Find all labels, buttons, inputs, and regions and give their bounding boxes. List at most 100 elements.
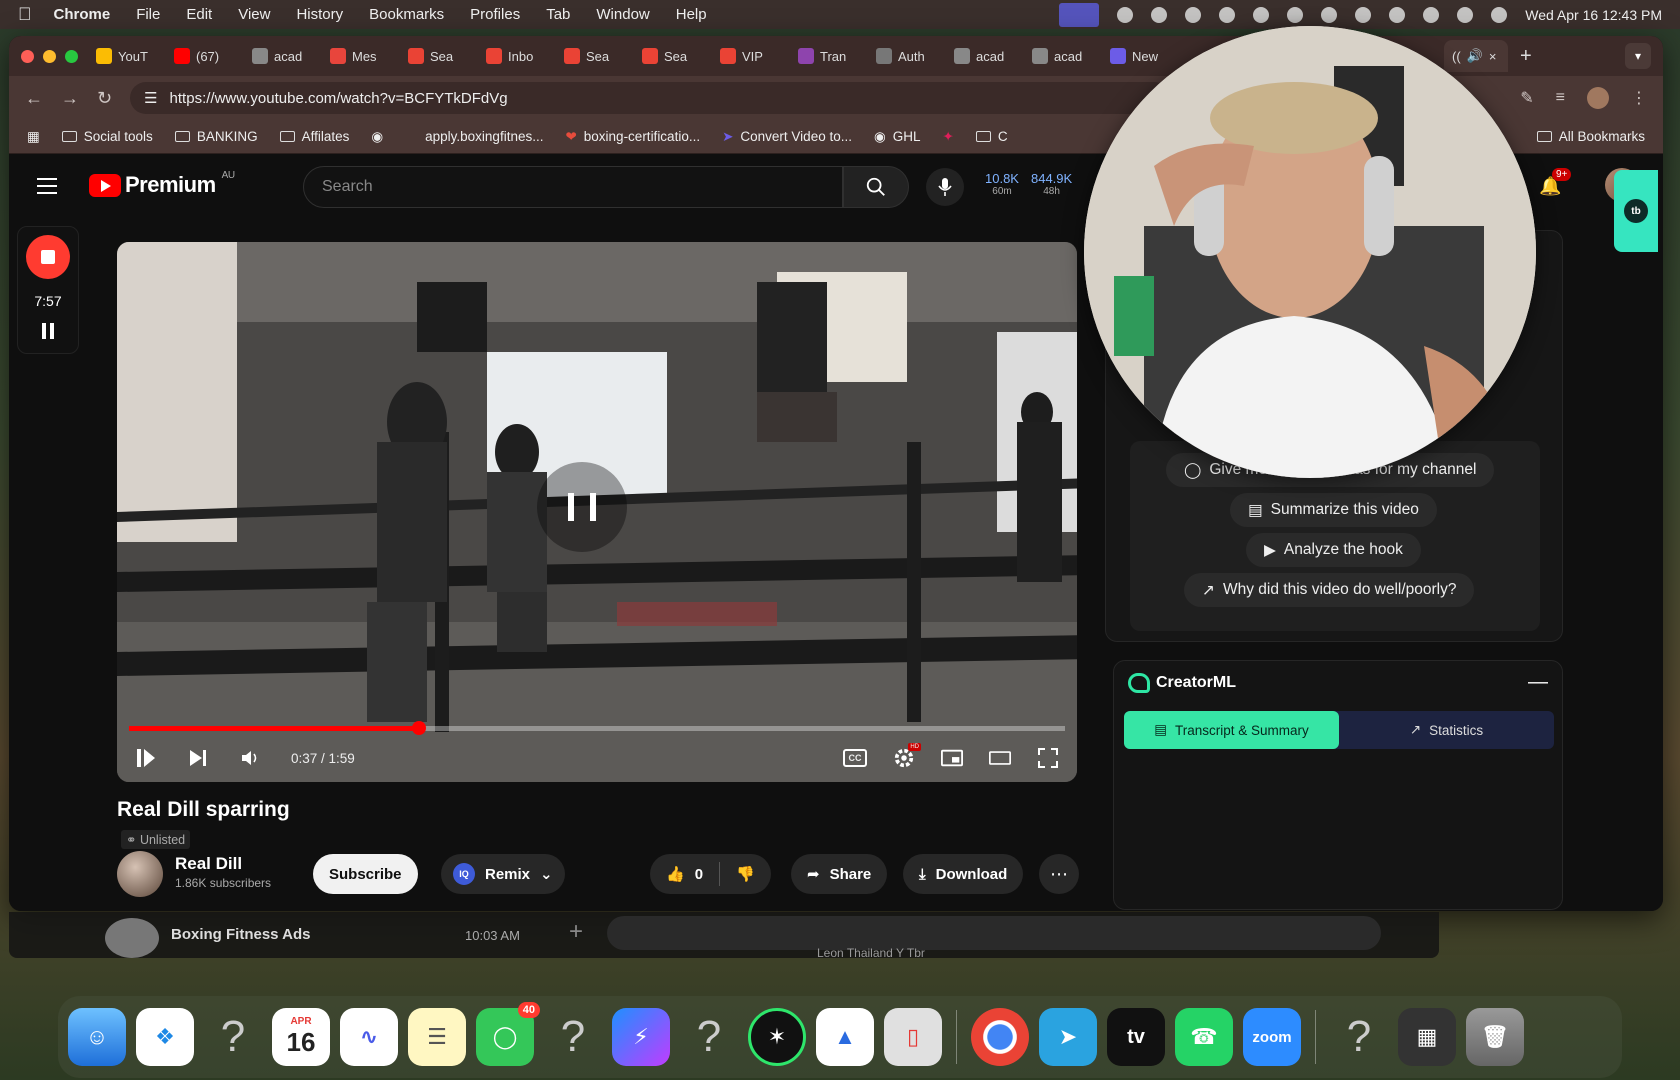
- menu-tab[interactable]: Tab: [546, 6, 570, 23]
- menu-view[interactable]: View: [238, 6, 270, 23]
- minimize-panel-button[interactable]: —: [1528, 671, 1548, 694]
- iphone-mirroring-icon[interactable]: ▯: [884, 1008, 942, 1066]
- bookmark-affilates[interactable]: Affilates: [279, 129, 349, 144]
- screen-record-icon[interactable]: [1059, 2, 1100, 27]
- chip-analyze-hook[interactable]: ▶ Analyze the hook: [1246, 533, 1421, 567]
- clock-icon[interactable]: [1389, 6, 1406, 23]
- nordvpn-icon[interactable]: ▲: [816, 1008, 874, 1066]
- chrome-icon[interactable]: [971, 1008, 1029, 1066]
- menu-file[interactable]: File: [136, 6, 160, 23]
- telegram-icon[interactable]: ➤: [1039, 1008, 1097, 1066]
- like-button[interactable]: 👍: [666, 865, 685, 883]
- channel-name[interactable]: Real Dill: [175, 854, 242, 874]
- bookmark-globe[interactable]: ◉: [371, 129, 383, 145]
- battery-icon[interactable]: [1355, 6, 1372, 23]
- address-bar[interactable]: ☰ https://www.youtube.com/watch?v=BCFYTk…: [130, 82, 1171, 114]
- status-icon[interactable]: [1117, 6, 1134, 23]
- control-center-icon[interactable]: [1457, 6, 1474, 23]
- tab-7[interactable]: Sea: [642, 48, 720, 64]
- bookmark-boxing-cert[interactable]: ❤ boxing-certificatio...: [565, 129, 700, 145]
- site-settings-icon[interactable]: ☰: [144, 89, 157, 107]
- channel-stats[interactable]: 10.8K 60m 844.9K 48h: [985, 172, 1072, 198]
- next-button[interactable]: [187, 747, 209, 769]
- apple-icon[interactable]: : [18, 4, 32, 25]
- bookmark-ghl[interactable]: ◉ GHL: [874, 129, 921, 145]
- unknown-app-icon[interactable]: ?: [204, 1008, 262, 1066]
- tab-12[interactable]: acad: [1032, 48, 1110, 64]
- theater-mode-button[interactable]: [989, 747, 1011, 769]
- tab-statistics[interactable]: ↗ Statistics: [1339, 711, 1554, 749]
- extensions-icon[interactable]: ✎: [1520, 88, 1533, 108]
- close-window-button[interactable]: [21, 49, 34, 63]
- bookmark-social-tools[interactable]: Social tools: [61, 129, 153, 144]
- reload-button[interactable]: ↻: [97, 88, 112, 109]
- bookmark-convert-video[interactable]: ➤ Convert Video to...: [722, 129, 852, 145]
- channel-avatar[interactable]: [117, 851, 163, 897]
- add-icon[interactable]: +: [569, 918, 583, 946]
- unknown-app-icon[interactable]: ?: [544, 1008, 602, 1066]
- tab-active[interactable]: (( 🔊 ×: [1444, 40, 1508, 72]
- tab-6[interactable]: Sea: [564, 48, 642, 64]
- new-tab-button[interactable]: +: [1520, 45, 1532, 68]
- play-icon[interactable]: [1287, 6, 1304, 23]
- tab-search-button[interactable]: ▾: [1625, 43, 1651, 69]
- menu-profiles[interactable]: Profiles: [470, 6, 520, 23]
- bluetooth-icon[interactable]: [1185, 6, 1202, 23]
- menubar-clock[interactable]: Wed Apr 16 12:43 PM: [1525, 7, 1662, 23]
- freeform-icon[interactable]: ∿: [340, 1008, 398, 1066]
- safari-icon[interactable]: ❖: [136, 1008, 194, 1066]
- messages-icon[interactable]: ◯ 40: [476, 1002, 540, 1066]
- dislike-button[interactable]: 👎: [736, 865, 755, 883]
- message-input[interactable]: [607, 916, 1381, 950]
- headphones-icon[interactable]: [1253, 6, 1270, 23]
- stop-recording-button[interactable]: [26, 235, 70, 279]
- settings-button[interactable]: [893, 743, 921, 769]
- youtube-logo[interactable]: Premium AU: [89, 170, 235, 198]
- bookmark-folder-c[interactable]: C: [975, 129, 1008, 144]
- search-input[interactable]: Search: [303, 166, 843, 208]
- tab-1[interactable]: (67): [174, 48, 252, 64]
- siri-icon[interactable]: [1491, 6, 1508, 23]
- menu-edit[interactable]: Edit: [186, 6, 212, 23]
- chip-why-performance[interactable]: ↗ Why did this video do well/poorly?: [1184, 573, 1475, 607]
- bookmark-banking[interactable]: BANKING: [174, 129, 258, 144]
- incognito-icon[interactable]: [1151, 6, 1168, 23]
- chip-summarize[interactable]: ▤ Summarize this video: [1230, 493, 1437, 527]
- pause-recording-icon[interactable]: [42, 323, 54, 339]
- unknown-app-icon[interactable]: ?: [680, 1008, 738, 1066]
- menu-help[interactable]: Help: [676, 6, 707, 23]
- menu-history[interactable]: History: [296, 6, 343, 23]
- bookmark-apply[interactable]: apply.boxingfitnes...: [425, 129, 543, 144]
- zoom-window-button[interactable]: [65, 49, 78, 63]
- profile-icon[interactable]: [1587, 87, 1609, 109]
- finder-icon[interactable]: ☺: [68, 1008, 126, 1066]
- unknown-app-icon[interactable]: ?: [1330, 1008, 1388, 1066]
- tab-transcript-summary[interactable]: ▤ Transcript & Summary: [1124, 711, 1339, 749]
- tab-13[interactable]: New: [1110, 48, 1188, 64]
- tab-9[interactable]: Tran: [798, 48, 876, 64]
- apple-tv-icon[interactable]: tv: [1107, 1008, 1165, 1066]
- bookmark-slack[interactable]: ✦: [943, 129, 954, 145]
- notes-icon[interactable]: ☰: [408, 1008, 466, 1066]
- calendar-icon[interactable]: APR 16: [272, 1008, 330, 1066]
- close-tab-icon[interactable]: ×: [1489, 49, 1497, 64]
- volume-button[interactable]: [239, 747, 261, 769]
- menu-app[interactable]: Chrome: [54, 6, 111, 23]
- miniplayer-button[interactable]: [941, 747, 963, 769]
- tab-11[interactable]: acad: [954, 48, 1032, 64]
- more-actions-button[interactable]: ⋯: [1039, 854, 1079, 894]
- whatsapp-icon[interactable]: ☎: [1175, 1008, 1233, 1066]
- chrome-menu-icon[interactable]: ⋮: [1631, 88, 1647, 108]
- moon-icon[interactable]: [1219, 6, 1236, 23]
- progress-scrubber[interactable]: [412, 721, 426, 735]
- extension-side-tab[interactable]: tb: [1614, 170, 1658, 252]
- chat-name[interactable]: Boxing Fitness Ads: [171, 926, 310, 943]
- tab-5[interactable]: Inbo: [486, 48, 564, 64]
- share-button[interactable]: ➦ Share: [791, 854, 888, 894]
- aperture-app-icon[interactable]: ✶: [748, 1008, 806, 1066]
- spotlight-icon[interactable]: [1423, 6, 1440, 23]
- progress-bar[interactable]: [129, 721, 1065, 735]
- all-bookmarks[interactable]: All Bookmarks: [1536, 129, 1645, 144]
- downloads-stack-icon[interactable]: ▦: [1398, 1008, 1456, 1066]
- back-button[interactable]: ←: [25, 88, 43, 109]
